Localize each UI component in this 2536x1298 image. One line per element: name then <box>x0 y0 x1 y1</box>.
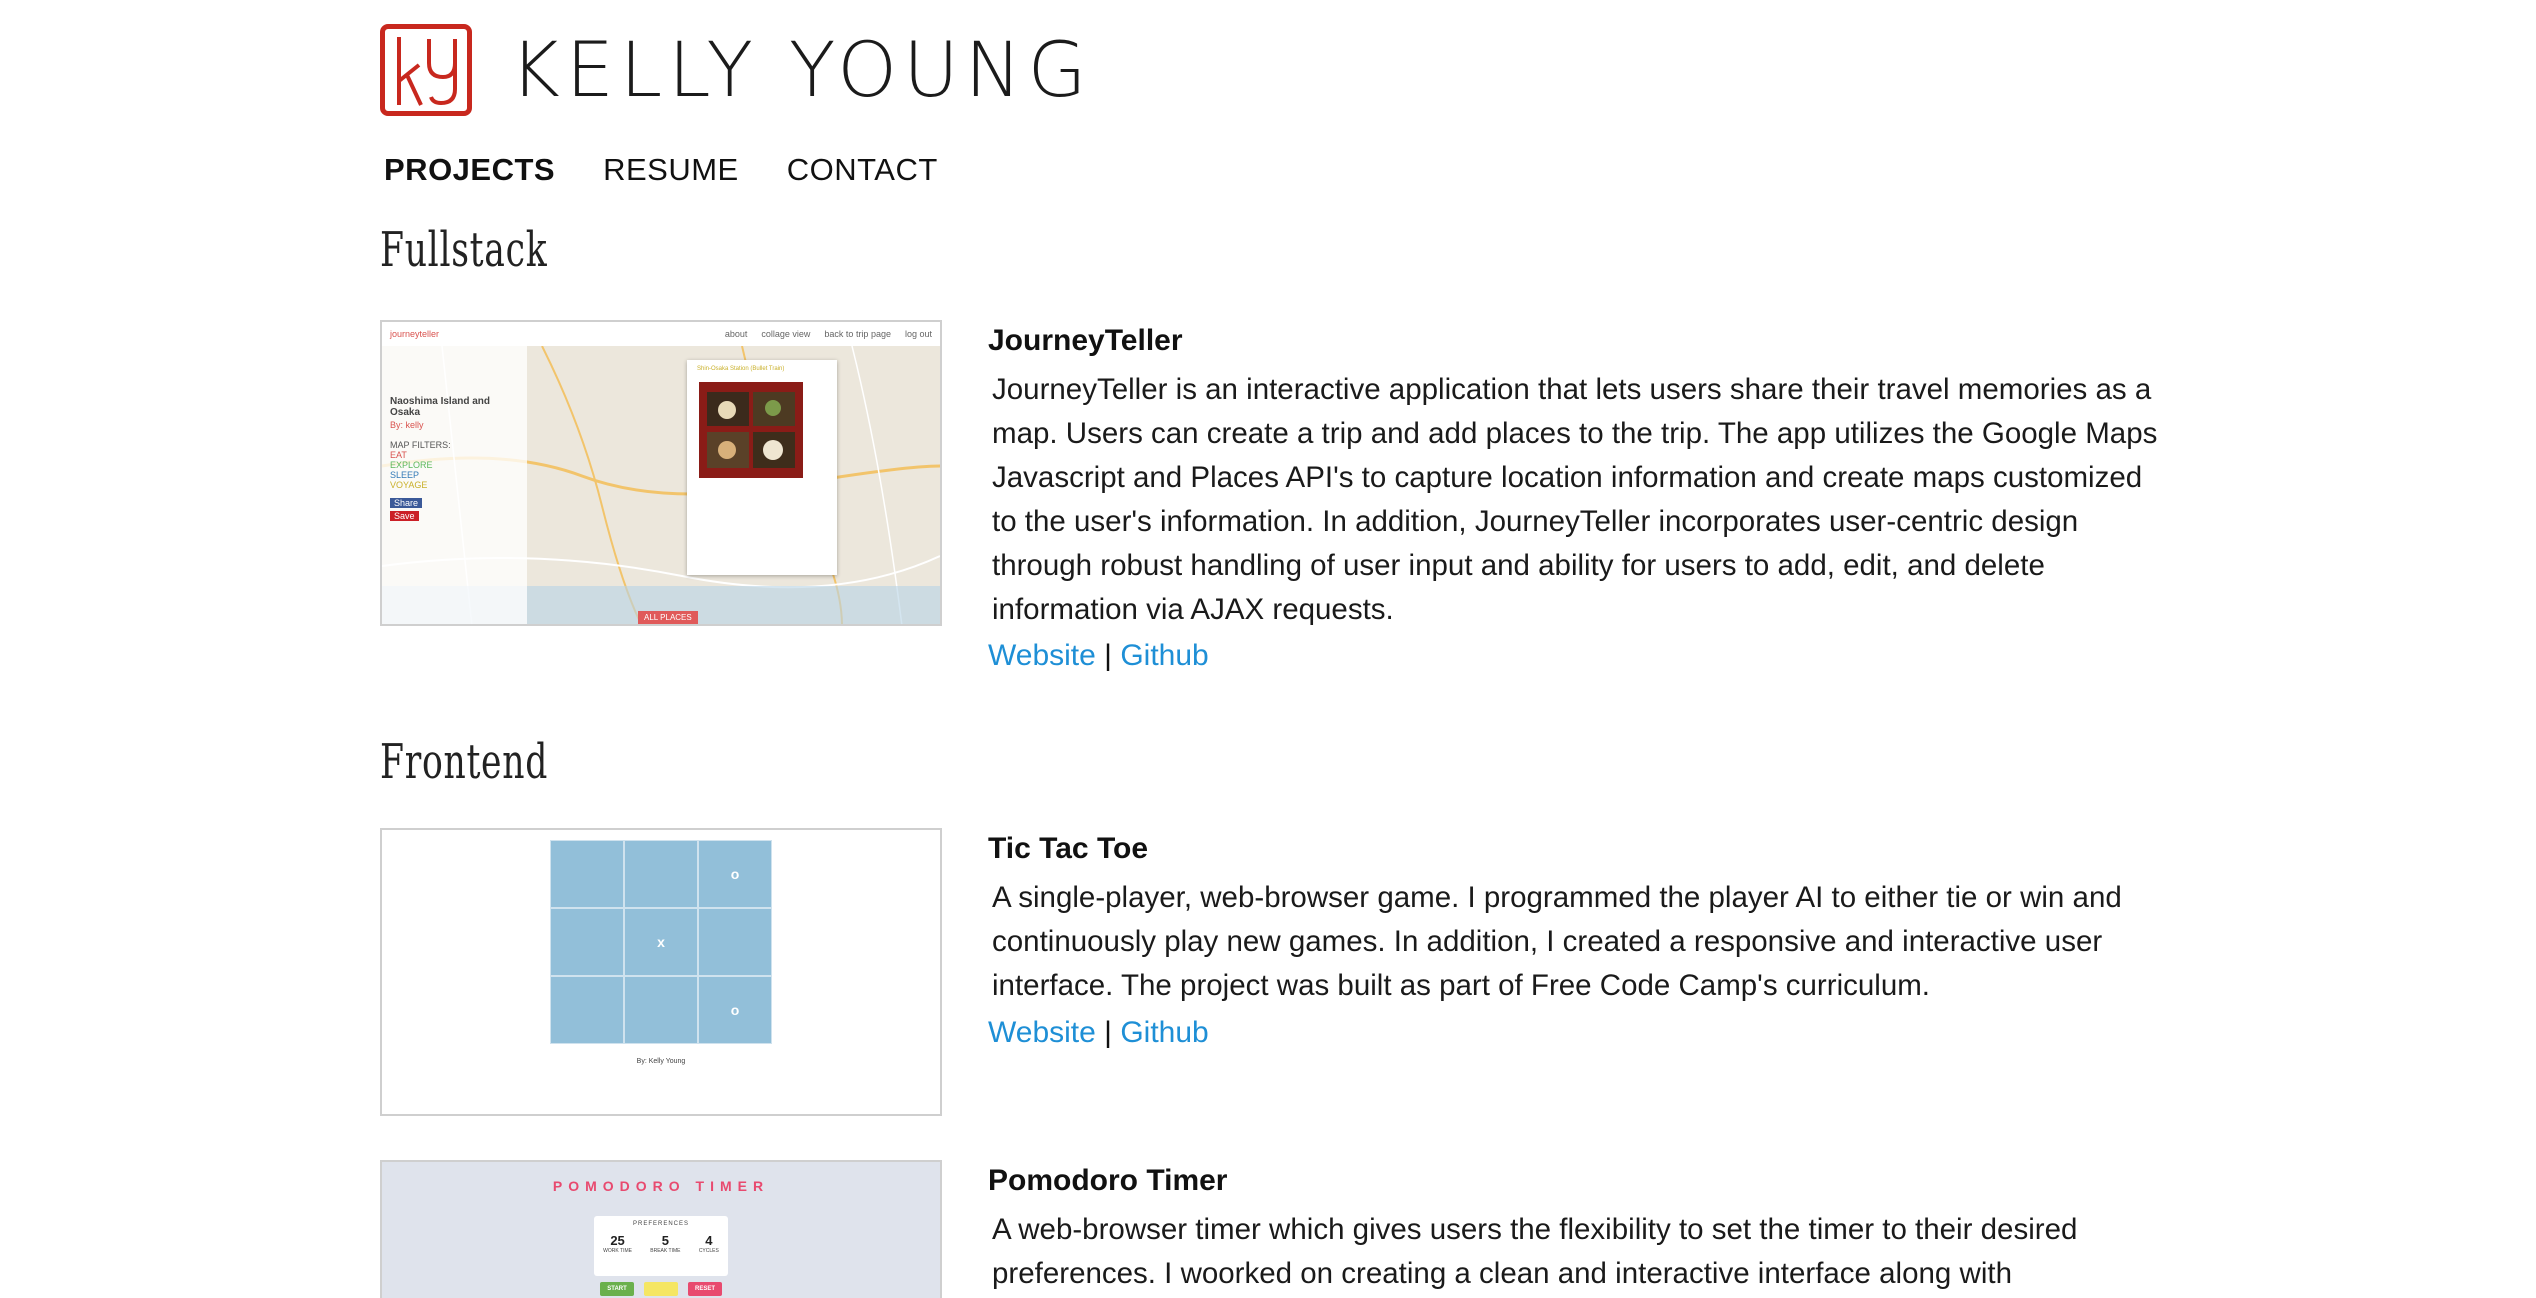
site-title: KELLY YOUNG <box>510 25 1093 114</box>
pomo-start-button[interactable]: START <box>600 1282 634 1296</box>
pomo-cycles-label: CYCLES <box>698 1248 719 1254</box>
jt-filter-voyage[interactable]: VOYAGE <box>390 480 519 490</box>
ttt-cell: o <box>698 976 772 1044</box>
website-link[interactable]: Website <box>988 1016 1096 1049</box>
jt-nav: about collage view back to trip page log… <box>725 329 932 339</box>
jt-sidebar: Naoshima Island and Osaka By: kelly MAP … <box>382 346 527 624</box>
pomo-break[interactable]: 5 BREAK TIME <box>650 1233 680 1254</box>
link-separator: | <box>1104 639 1112 672</box>
jt-nav-item: back to trip page <box>824 329 891 339</box>
jt-filters-label: MAP FILTERS: <box>390 440 451 450</box>
project-description-pomodoro: A web-browser timer which gives users th… <box>992 1213 2078 1290</box>
jt-trip-by: By: kelly <box>390 420 424 430</box>
pomo-cycles-value: 4 <box>705 1233 713 1248</box>
pomo-title: POMODORO TIMER <box>382 1178 940 1194</box>
project-description-tictactoe: A single-player, web-browser game. I pro… <box>992 881 2122 1002</box>
tic-tac-toe-thumbnail[interactable]: o x o By: Kelly Young <box>380 828 942 1116</box>
bento-image <box>707 392 795 468</box>
portfolio-page: KELLY YOUNG PROJECTS RESUME CONTACT Full… <box>0 0 2536 1298</box>
jt-filter-sleep[interactable]: SLEEP <box>390 470 519 480</box>
jt-filter-explore[interactable]: EXPLORE <box>390 460 519 470</box>
jt-popup-photo <box>699 382 803 478</box>
jt-nav-item: about <box>724 329 748 339</box>
project-links-tictactoe: Website | Github <box>988 1016 1209 1050</box>
journeyteller-thumbnail[interactable]: journeyteller about collage view back to… <box>380 320 942 626</box>
pomo-cycles[interactable]: 4 CYCLES <box>699 1233 719 1254</box>
website-link[interactable]: Website <box>988 639 1096 672</box>
github-link[interactable]: Github <box>1120 639 1208 672</box>
project-title-tictactoe: Tic Tac Toe <box>988 832 1149 865</box>
jt-topbar: journeyteller about collage view back to… <box>382 322 940 347</box>
nav-projects[interactable]: PROJECTS <box>384 152 555 188</box>
jt-trip-title: Naoshima Island and Osaka <box>390 396 491 418</box>
pomo-break-label: BREAK TIME <box>650 1248 681 1254</box>
ttt-cell <box>550 908 624 976</box>
pomo-pause-button[interactable]: PAUSE <box>644 1282 678 1296</box>
section-heading-fullstack: Fullstack <box>380 222 548 278</box>
pomo-work-value: 25 <box>610 1233 625 1248</box>
ttt-cell <box>550 840 624 908</box>
project-description-journeyteller: JourneyTeller is an interactive applicat… <box>992 373 2158 626</box>
jt-share-button[interactable]: Share <box>390 498 423 508</box>
jt-filter-eat[interactable]: EAT <box>390 450 519 460</box>
pomo-break-value: 5 <box>661 1233 669 1248</box>
pomodoro-thumbnail[interactable]: POMODORO TIMER PREFERENCES 25 WORK TIME … <box>380 1160 942 1298</box>
jt-nav-item: log out <box>904 329 932 339</box>
main-nav: PROJECTS RESUME CONTACT <box>384 152 938 188</box>
jt-nav-item: collage view <box>761 329 811 339</box>
pomo-prefs-label: PREFERENCES <box>632 1221 689 1227</box>
ky-logo[interactable] <box>380 24 472 116</box>
nav-resume[interactable]: RESUME <box>603 152 739 188</box>
pomo-title-text: POMODORO TIMER <box>552 1178 770 1194</box>
ttt-cell <box>624 840 698 908</box>
ttt-cell <box>698 908 772 976</box>
pomo-work[interactable]: 25 WORK TIME <box>603 1233 632 1254</box>
pomo-values: 25 WORK TIME 5 BREAK TIME 4 CYCLES <box>594 1233 728 1254</box>
ttt-cell <box>624 976 698 1044</box>
ttt-cell <box>550 976 624 1044</box>
site-header: KELLY YOUNG <box>380 24 1093 116</box>
ttt-board: o x o <box>550 840 772 1044</box>
pomo-preferences-card: PREFERENCES 25 WORK TIME 5 BREAK TIME 4 … <box>594 1216 728 1276</box>
project-links-journeyteller: Website | Github <box>988 639 1209 673</box>
jt-brand: journeyteller <box>390 329 440 339</box>
nav-contact[interactable]: CONTACT <box>787 152 938 188</box>
github-link[interactable]: Github <box>1120 1016 1208 1049</box>
section-heading-frontend: Frontend <box>380 734 549 790</box>
project-title-journeyteller: JourneyTeller <box>988 324 1183 357</box>
jt-save-button[interactable]: Save <box>390 511 419 521</box>
pomo-work-label: WORK TIME <box>603 1248 632 1254</box>
link-separator: | <box>1104 1016 1112 1049</box>
pomo-reset-button[interactable]: RESET <box>688 1282 722 1296</box>
ttt-cell: o <box>698 840 772 908</box>
project-title-pomodoro: Pomodoro Timer <box>988 1164 1228 1197</box>
ky-logo-mark <box>397 37 457 106</box>
jt-popup-title: Shin-Osaka Station (Bullet Train) <box>697 366 785 372</box>
jt-all-places-button[interactable]: ALL PLACES <box>638 611 698 624</box>
jt-place-popup: Shin-Osaka Station (Bullet Train) <box>687 360 837 575</box>
ttt-credit: By: Kelly Young <box>636 1058 686 1065</box>
ttt-cell: x <box>624 908 698 976</box>
